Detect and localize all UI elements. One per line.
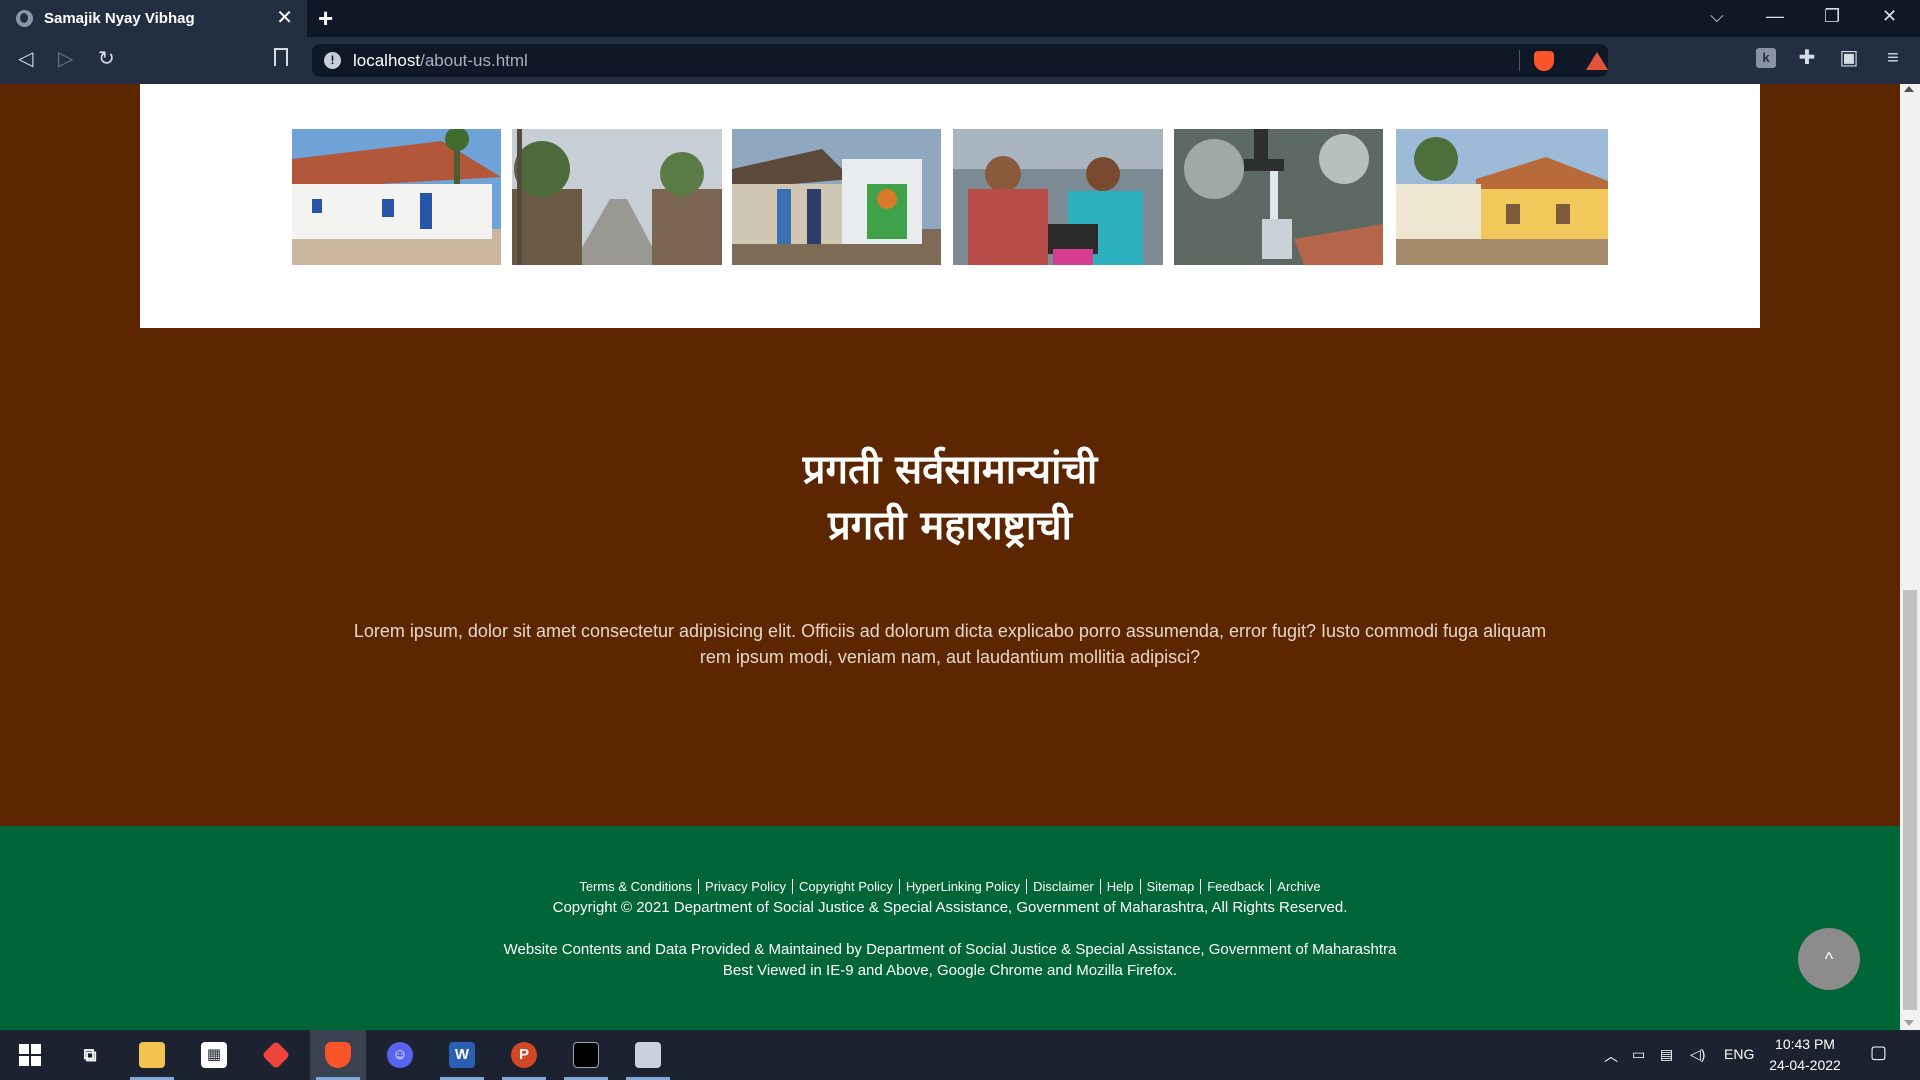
word-icon: W [449, 1042, 475, 1068]
tab-strip: Samajik Nyay Vibhag ✕ + ⌵ — ❐ ✕ [0, 0, 1920, 37]
page-scrollbar[interactable] [1900, 84, 1920, 1030]
windows-logo-icon [19, 1044, 41, 1066]
url-text[interactable]: localhost/about-us.html [353, 51, 528, 71]
footer-link-disclaimer[interactable]: Disclaimer [1027, 879, 1101, 894]
anydesk-icon [261, 1040, 291, 1070]
snipping-tool-app[interactable] [620, 1030, 676, 1080]
store-icon: ▦ [201, 1042, 227, 1068]
scroll-down-arrow-icon[interactable] [1904, 1020, 1914, 1026]
task-view-button[interactable]: ⧉ [62, 1030, 118, 1080]
url-divider [1519, 50, 1520, 71]
back-to-top-button[interactable]: ^ [1798, 928, 1860, 990]
browser-tab[interactable]: Samajik Nyay Vibhag ✕ [0, 0, 307, 37]
footer-link-help[interactable]: Help [1100, 879, 1141, 894]
extension-k-icon[interactable]: k [1756, 48, 1776, 68]
clock-time: 10:43 PM [1775, 1036, 1835, 1052]
bookmark-icon[interactable] [274, 48, 288, 66]
footer-link-privacy[interactable]: Privacy Policy [699, 879, 793, 894]
white-house-photo [292, 129, 501, 265]
snipping-tool-icon [635, 1042, 661, 1068]
microsoft-store-app[interactable]: ▦ [186, 1030, 242, 1080]
windows-taskbar: ⧉ ▦ ☺ W P ︿ ▭ ▤ ◁) ENG 10:43 PM 24-04-20… [0, 1030, 1920, 1080]
terminal-app[interactable] [558, 1030, 614, 1080]
system-clock[interactable]: 10:43 PM 24-04-2022 [1760, 1034, 1850, 1076]
start-button[interactable] [2, 1030, 58, 1080]
globe-icon [16, 10, 33, 27]
volume-icon[interactable]: ◁) [1690, 1046, 1705, 1063]
discord-app[interactable]: ☺ [372, 1030, 428, 1080]
notification-center-icon[interactable]: ▢ [1870, 1042, 1887, 1063]
footer-link-hyperlinking[interactable]: HyperLinking Policy [899, 879, 1028, 894]
footer-link-feedback[interactable]: Feedback [1201, 879, 1272, 894]
forward-icon[interactable]: ▷ [58, 47, 73, 71]
intro-paragraph: Lorem ipsum, dolor sit amet consectetur … [353, 621, 1547, 667]
close-window-button[interactable]: ✕ [1882, 6, 1897, 27]
footer-link-copyright[interactable]: Copyright Policy [792, 879, 900, 894]
discord-icon: ☺ [387, 1042, 413, 1068]
address-bar[interactable]: ! localhost/about-us.html [312, 44, 1608, 77]
close-tab-icon[interactable]: ✕ [276, 7, 293, 29]
footer-link-sitemap[interactable]: Sitemap [1140, 879, 1202, 894]
minimize-button[interactable]: — [1766, 6, 1784, 27]
scroll-up-arrow-icon[interactable] [1904, 86, 1914, 92]
url-host: localhost [353, 51, 421, 70]
brave-app[interactable] [310, 1030, 366, 1080]
scroll-thumb[interactable] [1903, 590, 1917, 1010]
toilet-mural-photo [732, 129, 941, 265]
water-tap-photo [1174, 129, 1383, 265]
network-icon[interactable]: ▤ [1660, 1046, 1673, 1063]
tagline: प्रगती सर्वसामान्यांची प्रगती महाराष्ट्र… [0, 442, 1900, 554]
footer-maintained: Website Contents and Data Provided & Mai… [503, 941, 1397, 958]
battery-icon[interactable]: ▭ [1632, 1046, 1645, 1063]
tab-title: Samajik Nyay Vibhag [44, 10, 195, 27]
gallery-panel [140, 84, 1760, 328]
terminal-icon [573, 1042, 599, 1068]
footer-best-viewed: Best Viewed in IE-9 and Above, Google Ch… [722, 962, 1178, 979]
input-language[interactable]: ENG [1724, 1046, 1754, 1062]
village-street-photo [512, 129, 722, 265]
yellow-house-photo [1396, 129, 1608, 265]
reload-icon[interactable]: ↻ [98, 47, 115, 71]
brave-shields-icon[interactable] [1534, 51, 1554, 71]
brave-icon [325, 1042, 351, 1068]
url-path: /about-us.html [420, 51, 528, 70]
footer: Terms & Conditions Privacy Policy Copyrigh… [0, 826, 1900, 1030]
new-tab-button[interactable]: + [318, 4, 333, 32]
page-viewport: प्रगती सर्वसामान्यांची प्रगती महाराष्ट्र… [0, 84, 1900, 1030]
site-info-icon[interactable]: ! [324, 52, 341, 69]
anydesk-app[interactable] [248, 1030, 304, 1080]
wallet-icon[interactable]: ▣ [1839, 48, 1859, 68]
tab-search-icon[interactable]: ⌵ [1710, 6, 1724, 27]
restore-button[interactable]: ❐ [1824, 6, 1840, 27]
tagline-line-1: प्रगती सर्वसामान्यांची [802, 447, 1098, 493]
clock-date: 24-04-2022 [1769, 1057, 1841, 1073]
folder-icon [139, 1042, 165, 1068]
file-explorer-app[interactable] [124, 1030, 180, 1080]
back-icon[interactable]: ◁ [18, 47, 33, 71]
footer-copyright: Copyright © 2021 Department of Social Ju… [552, 899, 1348, 916]
footer-links: Terms & Conditions Privacy Policy Copyrigh… [0, 878, 1900, 896]
task-view-icon: ⧉ [83, 1045, 97, 1065]
footer-link-terms[interactable]: Terms & Conditions [573, 879, 700, 894]
extensions-puzzle-icon[interactable]: ✚ [1797, 48, 1817, 68]
powerpoint-app[interactable]: P [496, 1030, 552, 1080]
tagline-line-2: प्रगती महाराष्ट्राची [827, 503, 1073, 549]
footer-link-archive[interactable]: Archive [1271, 879, 1326, 894]
powerpoint-icon: P [511, 1042, 537, 1068]
show-hidden-icons-chevron-icon[interactable]: ︿ [1604, 1046, 1618, 1066]
menu-icon[interactable]: ≡ [1883, 48, 1903, 68]
word-app[interactable]: W [434, 1030, 490, 1080]
brave-rewards-icon[interactable] [1586, 52, 1608, 70]
women-laptop-photo [953, 129, 1163, 265]
